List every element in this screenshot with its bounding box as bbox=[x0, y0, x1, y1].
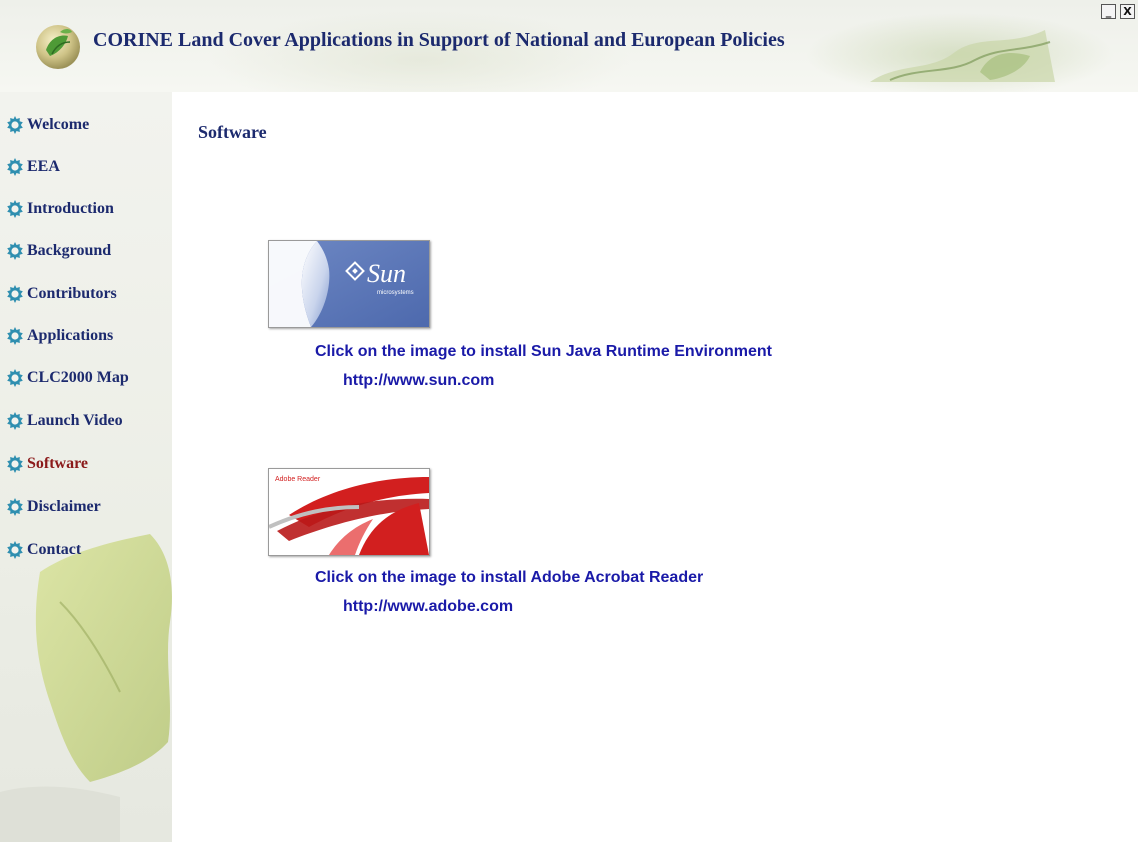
gear-icon bbox=[7, 200, 23, 218]
gear-icon bbox=[7, 498, 23, 516]
sidebar-item-label: Introduction bbox=[27, 200, 114, 217]
sidebar-item-launch-video[interactable]: Launch Video bbox=[4, 410, 123, 432]
gear-icon bbox=[7, 242, 23, 260]
sidebar-item-label: Disclaimer bbox=[27, 498, 101, 515]
sidebar-item-applications[interactable]: Applications bbox=[4, 325, 113, 347]
adobe-reader-install-image[interactable]: Adobe Reader bbox=[268, 468, 430, 556]
gear-icon bbox=[7, 455, 23, 473]
globe-leaf-icon bbox=[36, 25, 80, 69]
sidebar-item-label: CLC2000 Map bbox=[27, 369, 129, 386]
sidebar-item-label: Applications bbox=[27, 327, 114, 344]
sidebar-item-label: Software bbox=[27, 455, 89, 472]
header: CORINE Land Cover Applications in Suppor… bbox=[0, 0, 1138, 92]
adobe-reader-install-caption: Click on the image to install Adobe Acro… bbox=[315, 569, 704, 586]
sidebar-item-label: EEA bbox=[27, 158, 60, 175]
sidebar-item-contact[interactable]: Contact bbox=[4, 539, 81, 561]
sun-java-install-image[interactable]: Sun microsystems bbox=[268, 240, 430, 328]
decorative-landscape-image bbox=[870, 30, 1055, 82]
adobe-logo-text: Adobe Reader bbox=[275, 476, 321, 483]
minimize-button[interactable]: _ bbox=[1101, 4, 1116, 19]
sidebar-item-label: Contact bbox=[27, 541, 82, 558]
gear-icon bbox=[7, 369, 23, 387]
gear-icon bbox=[7, 412, 23, 430]
sun-website-link[interactable]: http://www.sun.com bbox=[343, 372, 494, 390]
sidebar-item-clc2000-map[interactable]: CLC2000 Map bbox=[4, 367, 129, 389]
sidebar-item-contributors[interactable]: Contributors bbox=[4, 283, 117, 305]
sidebar-item-background[interactable]: Background bbox=[4, 240, 111, 262]
sidebar-item-welcome[interactable]: Welcome bbox=[4, 114, 89, 136]
sidebar-item-label: Background bbox=[27, 242, 112, 259]
close-button[interactable]: X bbox=[1120, 4, 1135, 19]
gear-icon bbox=[7, 285, 23, 303]
sidebar-item-label: Welcome bbox=[27, 116, 90, 133]
sidebar-item-introduction[interactable]: Introduction bbox=[4, 198, 114, 220]
sidebar-item-label: Launch Video bbox=[27, 412, 123, 429]
sidebar-item-disclaimer[interactable]: Disclaimer bbox=[4, 496, 101, 518]
sidebar-item-label: Contributors bbox=[27, 285, 117, 302]
sidebar-item-software[interactable]: Software bbox=[4, 453, 88, 475]
page-title: Software bbox=[198, 122, 267, 142]
sidebar-nav: Welcome EEA Introduction Background Cont… bbox=[0, 92, 172, 842]
sun-logo-subtext: microsystems bbox=[377, 290, 414, 296]
decorative-map-image bbox=[0, 534, 172, 842]
sun-java-install-caption: Click on the image to install Sun Java R… bbox=[315, 343, 772, 360]
adobe-website-link[interactable]: http://www.adobe.com bbox=[343, 598, 513, 616]
sidebar-item-eea[interactable]: EEA bbox=[4, 156, 60, 178]
sun-logo-text: Sun bbox=[367, 259, 406, 288]
gear-icon bbox=[7, 541, 23, 559]
gear-icon bbox=[7, 327, 23, 345]
app-window: CORINE Land Cover Applications in Suppor… bbox=[0, 0, 1138, 842]
app-title: CORINE Land Cover Applications in Suppor… bbox=[93, 29, 785, 51]
main-content: Software Sun microsystems Click on the i… bbox=[172, 92, 1138, 842]
gear-icon bbox=[7, 116, 23, 134]
gear-icon bbox=[7, 158, 23, 176]
